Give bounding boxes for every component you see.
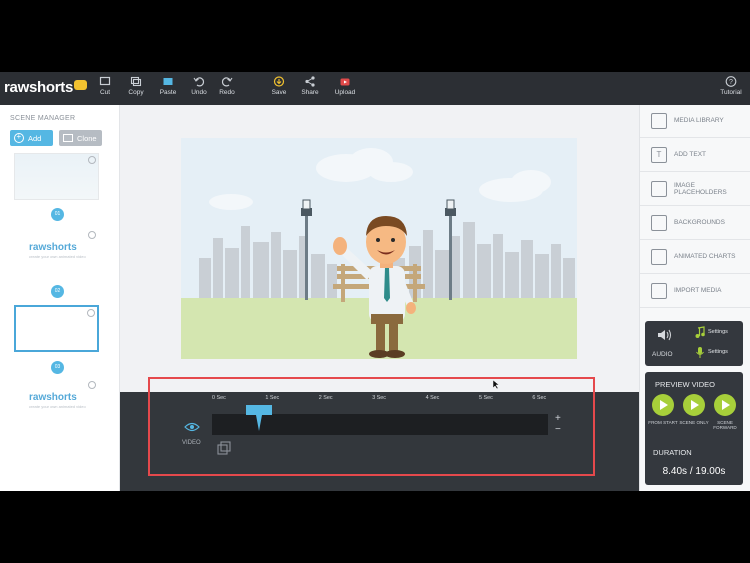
rawshorts-logo: rawshorts — [4, 79, 87, 96]
preview-title: PREVIEW VIDEO — [655, 380, 716, 389]
scene-logo: rawshorts create your own animated video — [29, 392, 86, 409]
plus-circle-icon — [14, 132, 24, 143]
audio-panel: AUDIO Settings Settings — [645, 321, 743, 366]
paste-button[interactable]: Paste — [151, 76, 185, 96]
save-icon — [273, 76, 285, 87]
copy-icon — [130, 76, 142, 87]
delete-scene-icon[interactable] — [88, 231, 96, 239]
cut-icon — [99, 76, 111, 86]
scene-thumbnail-1[interactable] — [14, 153, 99, 200]
add-text-button[interactable]: T ADD TEXT — [640, 139, 750, 172]
scene-dot-1[interactable]: 01 — [51, 208, 64, 221]
duration-title: DURATION — [653, 448, 692, 457]
tutorial-button[interactable]: ? Tutorial — [714, 76, 748, 96]
share-button[interactable]: Share — [293, 76, 327, 96]
scene-logo: rawshorts create your own animated video — [29, 242, 86, 259]
animated-charts-button[interactable]: ANIMATED CHARTS — [640, 241, 750, 274]
music-settings-button[interactable]: Settings — [695, 326, 728, 338]
question-icon: ? — [725, 76, 737, 87]
preview-scene-only-button[interactable] — [683, 394, 705, 416]
share-icon — [305, 76, 315, 87]
scene-thumbnail-4[interactable]: rawshorts create your own animated video — [14, 378, 99, 425]
undo-icon — [193, 77, 205, 87]
duration-value: 8.40s / 19.00s — [662, 466, 726, 477]
scene-forward-label: SCENE FORWARD — [713, 420, 737, 431]
text-icon: T — [651, 147, 667, 163]
scene-manager-title: SCENE MANAGER — [10, 115, 76, 122]
app-window: rawshorts Cut Copy Paste Undo Redo Save … — [0, 72, 750, 491]
add-scene-button[interactable]: Add — [10, 130, 53, 146]
preview-from-start-button[interactable] — [652, 394, 674, 416]
microphone-icon — [696, 347, 704, 358]
scene-thumbnail-3[interactable] — [14, 305, 99, 352]
top-toolbar: rawshorts Cut Copy Paste Undo Redo Save … — [0, 72, 750, 105]
clone-icon — [63, 134, 73, 142]
youtube-upload-icon — [340, 78, 350, 86]
scene-canvas[interactable] — [181, 138, 577, 359]
media-library-icon — [651, 113, 667, 129]
cut-button[interactable]: Cut — [88, 76, 122, 96]
redo-icon — [221, 77, 233, 87]
scene-dot-3[interactable]: 03 — [51, 361, 64, 374]
music-note-icon — [695, 326, 705, 338]
import-icon — [651, 283, 667, 299]
backgrounds-icon — [651, 215, 667, 231]
from-start-label: FROM START — [648, 420, 678, 425]
preview-scene-forward-button[interactable] — [714, 394, 736, 416]
scene-only-label: SCENE ONLY — [679, 420, 709, 425]
chart-icon — [651, 249, 667, 265]
timeline-highlight-box — [148, 377, 595, 476]
backgrounds-button[interactable]: BACKGROUNDS — [640, 207, 750, 240]
delete-scene-icon[interactable] — [87, 309, 95, 317]
media-library-button[interactable]: MEDIA LIBRARY — [640, 105, 750, 138]
save-button[interactable]: Save — [262, 76, 296, 96]
voice-settings-button[interactable]: Settings — [695, 346, 728, 358]
preview-panel: PREVIEW VIDEO FROM START SCENE ONLY SCEN… — [645, 372, 743, 485]
scene-dot-2[interactable]: 02 — [51, 285, 64, 298]
redo-button[interactable]: Redo — [210, 76, 244, 96]
clone-scene-button[interactable]: Clone — [59, 130, 102, 146]
speaker-icon — [658, 329, 671, 341]
scene-thumbnail-2[interactable]: rawshorts create your own animated video — [14, 228, 99, 275]
image-placeholder-icon — [651, 181, 667, 197]
paste-icon — [163, 78, 173, 85]
copy-button[interactable]: Copy — [119, 76, 153, 96]
audio-label: AUDIO — [652, 351, 673, 358]
scene-manager-panel: SCENE MANAGER Add Clone 01 rawshortscrea… — [0, 105, 120, 491]
scene-illustration — [181, 138, 577, 359]
delete-scene-icon[interactable] — [88, 156, 96, 164]
import-media-button[interactable]: IMPORT MEDIA — [640, 275, 750, 308]
svg-text:?: ? — [729, 79, 733, 86]
logo-badge — [74, 80, 87, 90]
upload-button[interactable]: Upload — [328, 76, 362, 96]
image-placeholders-button[interactable]: IMAGE PLACEHOLDERS — [640, 173, 750, 206]
delete-scene-icon[interactable] — [88, 381, 96, 389]
